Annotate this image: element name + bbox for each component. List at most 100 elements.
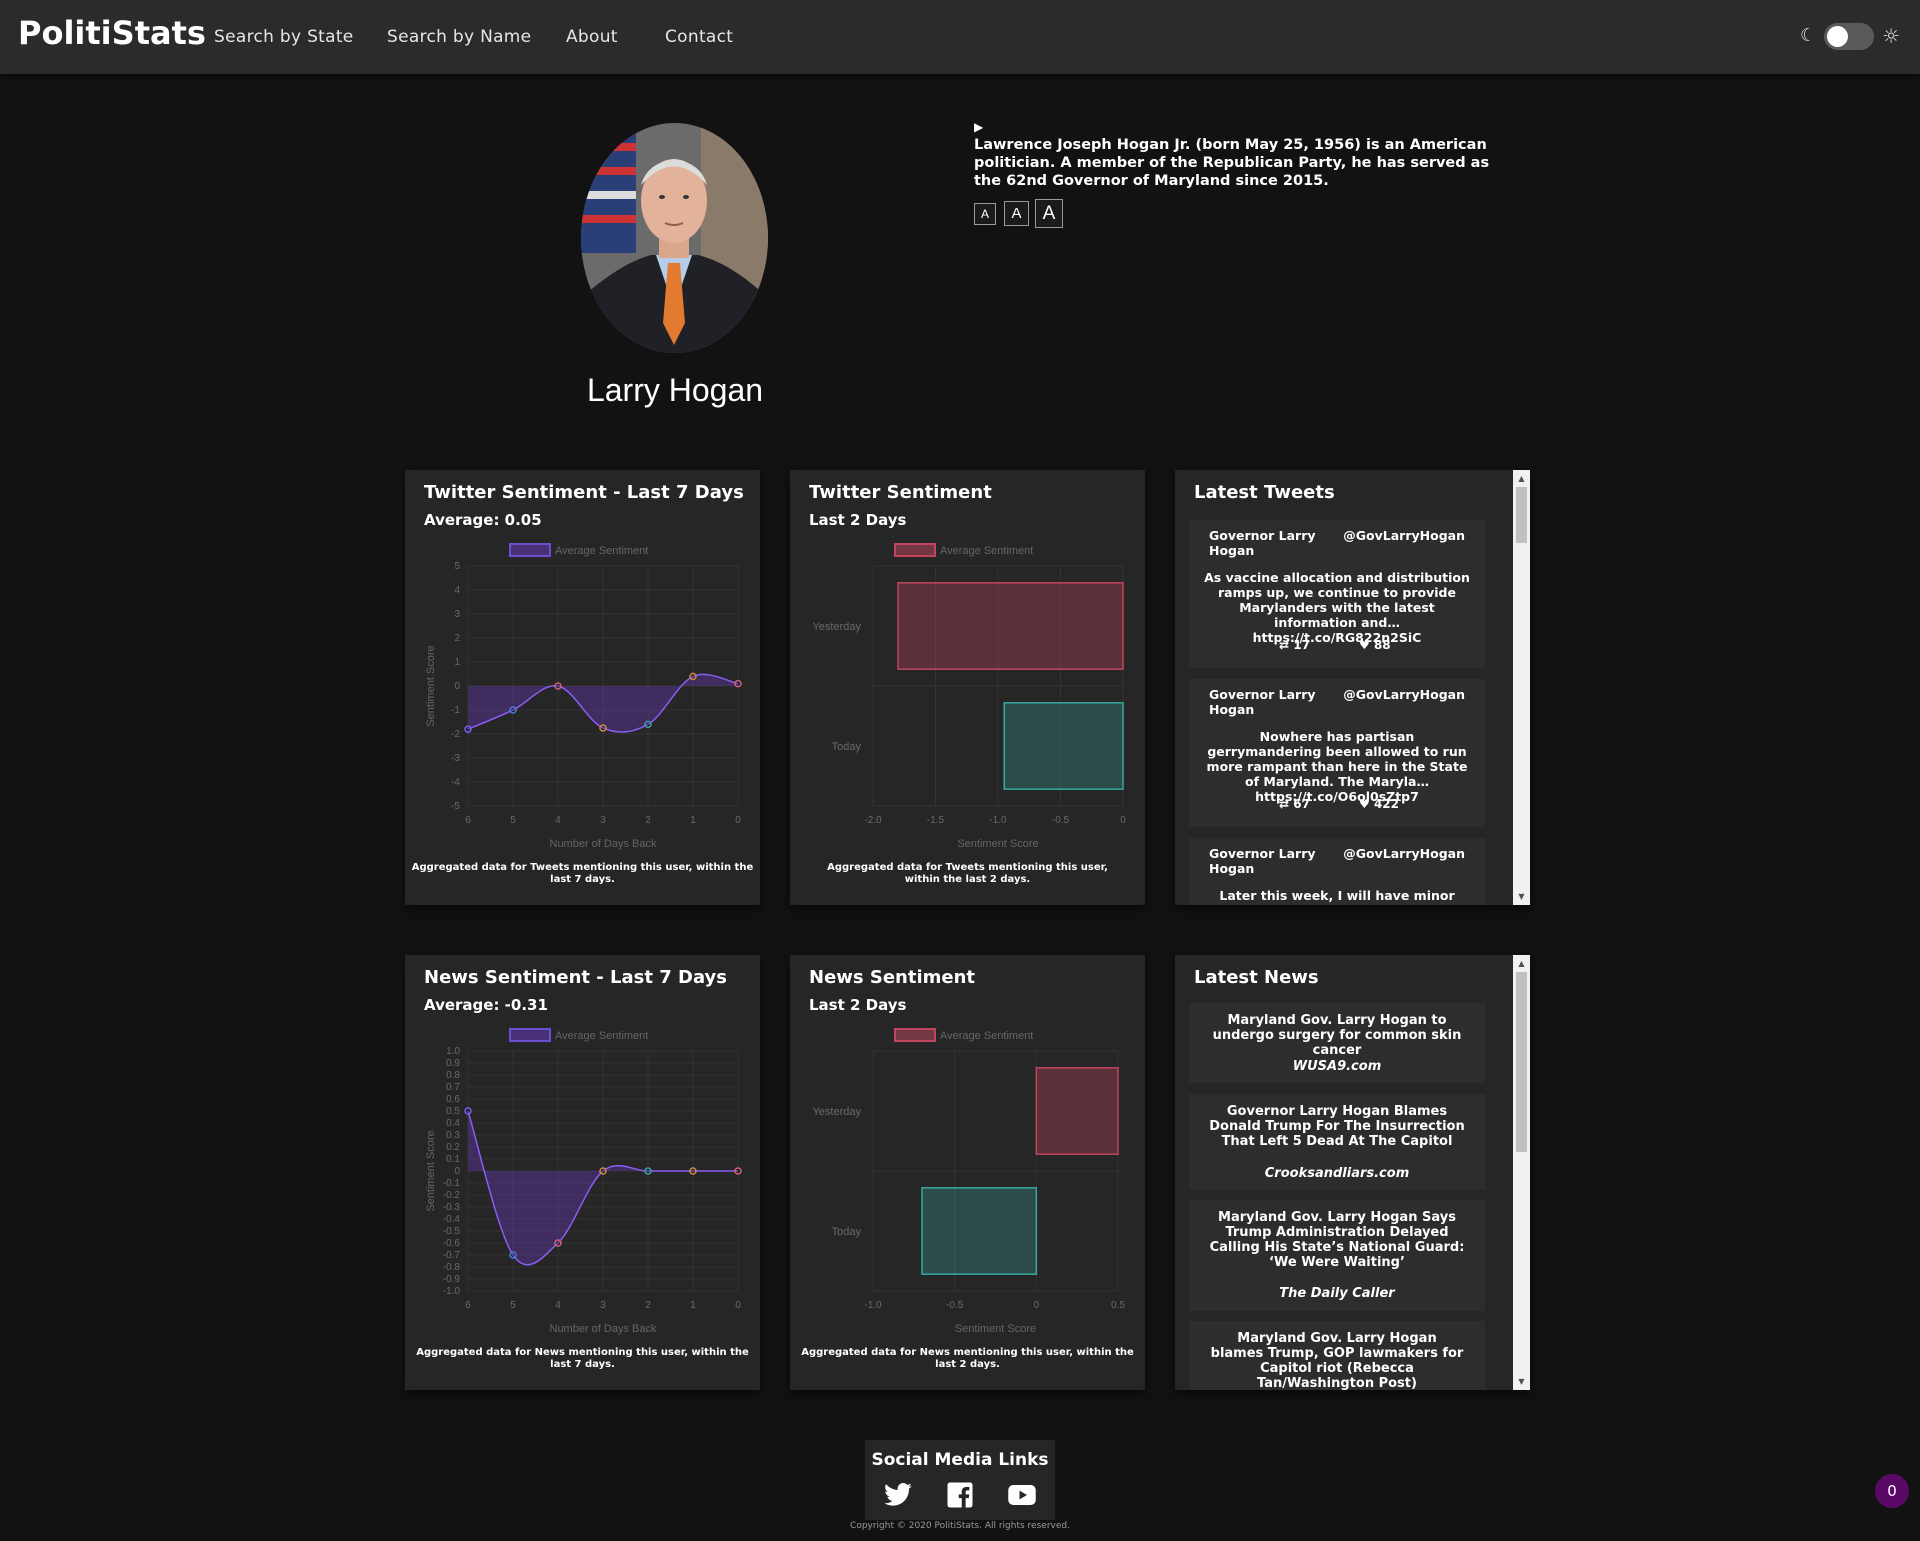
latest-tweets-card: Latest Tweets Governor Larry Hogan @GovL…: [1175, 470, 1530, 905]
scroll-thumb[interactable]: [1516, 972, 1527, 1152]
y-axis-label: Sentiment Score: [425, 645, 437, 726]
news-headline[interactable]: Governor Larry Hogan Blames Donald Trump…: [1209, 1104, 1465, 1149]
retweet-icon: ⇄: [1279, 797, 1290, 811]
heart-icon: ♥: [1359, 797, 1370, 811]
twitter-week-line-chart: 5 4 3 2 1 0 -1 -2 -3 -4 -5 6 5 4 3 2 1 0 Number of Days Ba…: [425, 543, 742, 850]
x-tick-label: 0: [1120, 815, 1126, 826]
data-point: [689, 1167, 697, 1175]
x-tick-label: 6: [465, 1300, 471, 1311]
y-tick-label: 5: [454, 561, 460, 572]
x-axis-label: Number of Days Back: [550, 838, 657, 850]
y-tick-label: 0.8: [446, 1070, 460, 1081]
y-tick-label: 0.1: [446, 1154, 460, 1165]
switch-knob: [1827, 26, 1848, 47]
tweet-item[interactable]: Governor Larry Hogan @GovLarryHogan As v…: [1189, 520, 1485, 668]
nav-search-by-state[interactable]: Search by State: [214, 27, 354, 47]
font-size-large-button[interactable]: A: [1035, 199, 1063, 228]
notification-badge[interactable]: 0: [1875, 1474, 1909, 1508]
facebook-icon[interactable]: [943, 1480, 977, 1510]
news-item[interactable]: Maryland Gov. Larry Hogan to undergo sur…: [1189, 1003, 1485, 1083]
scroll-up-arrow-icon[interactable]: ▲: [1513, 955, 1530, 972]
brand-logo[interactable]: PolitiStats: [18, 14, 206, 52]
news-item[interactable]: Maryland Gov. Larry Hogan blames Trump, …: [1189, 1321, 1485, 1390]
x-tick-label: 2: [645, 1300, 651, 1311]
x-tick-label: -0.5: [946, 1300, 964, 1311]
data-point: [554, 1239, 562, 1247]
like-count: ♥ 422: [1359, 797, 1400, 811]
news-headline[interactable]: Maryland Gov. Larry Hogan Says Trump Adm…: [1209, 1210, 1465, 1270]
retweet-count: ⇄ 17: [1279, 638, 1310, 652]
y-tick-label: 0.7: [446, 1082, 460, 1093]
tweet-item[interactable]: Governor Larry Hogan @GovLarryHogan Nowh…: [1189, 679, 1485, 827]
tweet-author: Governor Larry Hogan: [1209, 846, 1316, 876]
bio-expand-toggle[interactable]: ▶: [974, 120, 983, 134]
nav-about[interactable]: About: [566, 27, 618, 47]
y-tick-label: 0.4: [446, 1118, 460, 1129]
data-point: [464, 725, 472, 733]
y-tick-label: -0.7: [443, 1250, 461, 1261]
scroll-up-arrow-icon[interactable]: ▲: [1513, 470, 1530, 487]
news-headline[interactable]: Maryland Gov. Larry Hogan blames Trump, …: [1209, 1331, 1465, 1390]
tweet-handle[interactable]: @GovLarryHogan: [1343, 687, 1465, 702]
y-tick-label: 0.9: [446, 1058, 460, 1069]
y-tick-label: 1: [454, 657, 460, 668]
news-source: The Daily Caller: [1279, 1286, 1395, 1301]
y-tick-label: 3: [454, 609, 460, 620]
theme-toggle: ☾ ☼: [1800, 22, 1900, 52]
x-tick-label: 1: [690, 815, 696, 826]
news-week-line-chart: 1.00.90.80.70.60.50.40.30.20.10-0.1-0.2-…: [425, 1028, 742, 1335]
legend-label: Average Sentiment: [555, 545, 648, 557]
data-point: [599, 724, 607, 732]
scroll-thumb[interactable]: [1516, 487, 1527, 543]
chart-caption: Aggregated data for Tweets mentioning th…: [827, 862, 1108, 885]
news-2day-bar-chart: -1.0 -0.5 0 0.5 Yesterday Today Sentiment Scor…: [812, 1028, 1125, 1335]
y-tick-label: -3: [451, 753, 460, 764]
y-tick-label: -4: [451, 777, 460, 788]
font-size-small-button[interactable]: A: [974, 203, 996, 225]
x-axis-label: Sentiment Score: [957, 838, 1038, 850]
nav-contact[interactable]: Contact: [665, 27, 733, 47]
x-tick-label: 6: [465, 815, 471, 826]
x-tick-label: 2: [645, 815, 651, 826]
news-item[interactable]: Governor Larry Hogan Blames Donald Trump…: [1189, 1094, 1485, 1190]
y-tick-label: Yesterday: [812, 1106, 861, 1118]
data-point: [644, 720, 652, 729]
x-axis-label: Sentiment Score: [955, 1323, 1036, 1335]
y-axis-label: Sentiment Score: [425, 1130, 437, 1211]
nav-search-by-name[interactable]: Search by Name: [387, 27, 531, 47]
tweet-handle[interactable]: @GovLarryHogan: [1343, 846, 1465, 861]
x-tick-label: 4: [555, 1300, 561, 1311]
card-title: Latest News: [1194, 967, 1319, 988]
x-tick-label: 0: [735, 815, 741, 826]
x-axis-label: Number of Days Back: [550, 1323, 657, 1335]
scroll-down-arrow-icon[interactable]: ▼: [1513, 888, 1530, 905]
bar: [897, 582, 1124, 670]
tweet-item[interactable]: Governor Larry Hogan @GovLarryHogan Late…: [1189, 838, 1485, 905]
tweets-scrollbar[interactable]: ▲ ▼: [1513, 470, 1530, 905]
news-week-card: News Sentiment - Last 7 Days Average: -0…: [405, 955, 760, 1390]
y-tick-label: Yesterday: [812, 621, 861, 633]
youtube-icon[interactable]: [1005, 1480, 1039, 1510]
scroll-down-arrow-icon[interactable]: ▼: [1513, 1373, 1530, 1390]
twitter-icon[interactable]: [881, 1480, 915, 1510]
news-item[interactable]: Maryland Gov. Larry Hogan Says Trump Adm…: [1189, 1200, 1485, 1311]
tweet-text: Nowhere has partisan gerrymandering been…: [1206, 729, 1468, 804]
x-tick-label: 0: [735, 1300, 741, 1311]
tweet-author: Governor Larry Hogan: [1209, 687, 1316, 717]
legend-label: Average Sentiment: [940, 1030, 1033, 1042]
tweet-handle[interactable]: @GovLarryHogan: [1343, 528, 1465, 543]
dark-mode-switch[interactable]: [1824, 23, 1874, 50]
chart-caption: Aggregated data for News mentioning this…: [801, 1347, 1134, 1370]
data-point: [644, 1167, 652, 1175]
y-tick-label: 0: [454, 681, 460, 692]
y-tick-label: 2: [454, 633, 460, 644]
news-headline[interactable]: Maryland Gov. Larry Hogan to undergo sur…: [1209, 1013, 1465, 1058]
font-size-medium-button[interactable]: A: [1004, 201, 1029, 226]
twitter-2day-bar-chart: -2.0 -1.5 -1.0 -0.5 0 Yesterday Today Sentiment…: [812, 543, 1126, 850]
copyright-text: Copyright © 2020 PolitiStats. All rights…: [850, 1521, 1070, 1531]
politician-bio: Lawrence Joseph Hogan Jr. (born May 25, …: [974, 137, 1490, 189]
y-tick-label: -2: [451, 729, 460, 740]
news-scrollbar[interactable]: ▲ ▼: [1513, 955, 1530, 1390]
y-tick-label: -0.9: [443, 1274, 461, 1285]
legend-swatch: [509, 1028, 551, 1042]
